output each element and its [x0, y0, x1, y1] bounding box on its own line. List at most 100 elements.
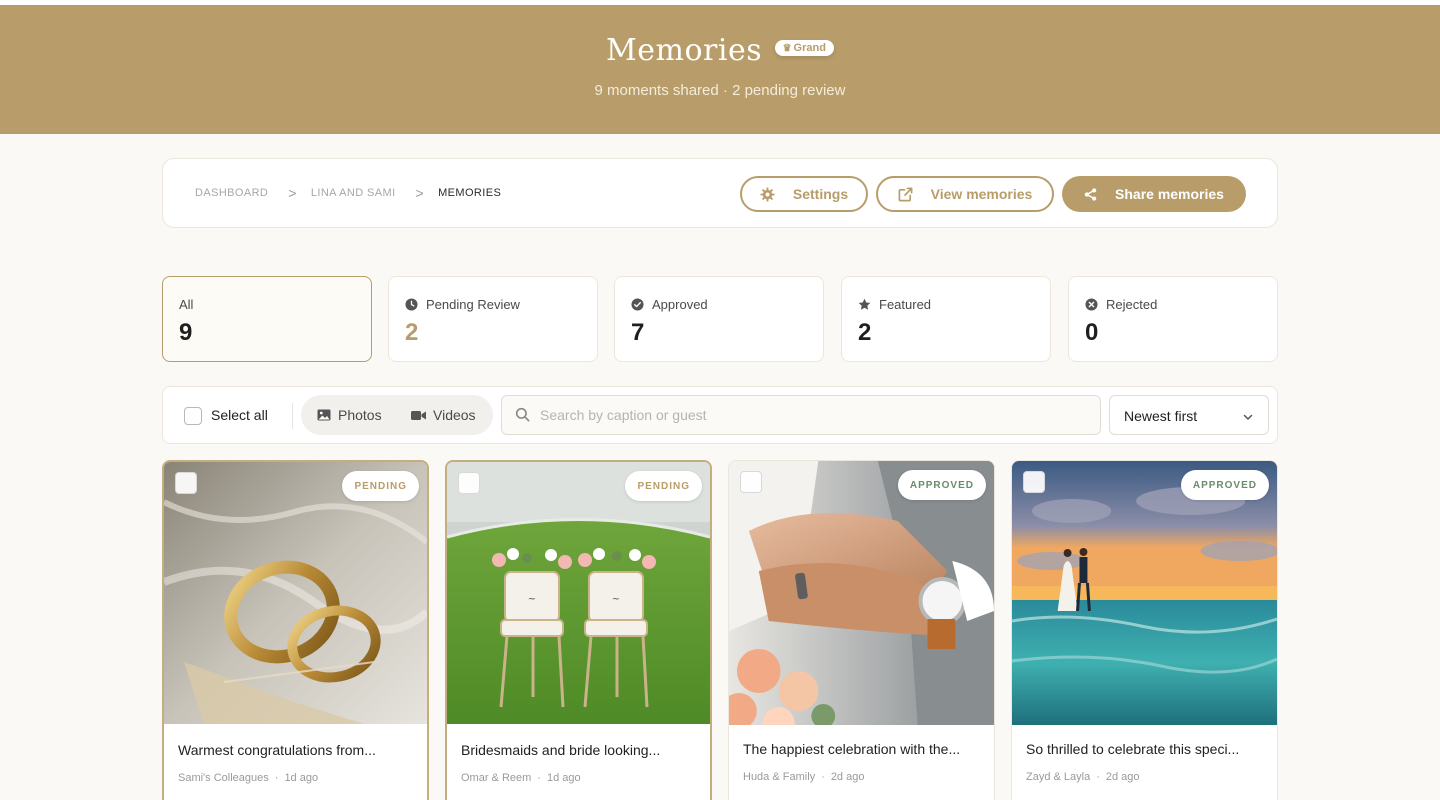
card-meta: Zayd & Layla · 2d ago	[1026, 771, 1140, 783]
status-badge: PENDING	[342, 471, 419, 501]
select-all-checkbox[interactable]	[184, 407, 202, 425]
stat-all[interactable]: All 9	[162, 276, 372, 362]
card-caption: Warmest congratulations from...	[178, 742, 376, 758]
share-memories-button[interactable]: Share memories	[1062, 176, 1246, 212]
image-icon	[317, 409, 331, 421]
status-badge: APPROVED	[1180, 470, 1269, 500]
stat-all-value: 9	[179, 319, 193, 346]
select-all-label[interactable]: Select all	[211, 407, 268, 423]
card-author: Omar & Reem	[461, 772, 532, 784]
breadcrumb-bar: DASHBOARD > LINA AND SAMI > MEMORIES Set…	[162, 158, 1278, 228]
card-meta: Sami's Colleagues · 1d ago	[178, 772, 318, 784]
status-badge: PENDING	[625, 471, 702, 501]
breadcrumb: DASHBOARD > LINA AND SAMI > MEMORIES	[195, 185, 501, 201]
page-title: Memories	[606, 33, 763, 68]
card-author: Zayd & Layla	[1026, 771, 1091, 783]
card-select-checkbox[interactable]	[458, 472, 480, 494]
card-meta: Omar & Reem · 1d ago	[461, 772, 581, 784]
stat-all-label: All	[179, 297, 194, 312]
card-caption: So thrilled to celebrate this speci...	[1026, 741, 1240, 757]
search-input[interactable]	[540, 404, 1080, 426]
card-time: 1d ago	[546, 772, 581, 784]
chevron-down-icon	[1242, 410, 1254, 428]
breadcrumb-separator: >	[288, 185, 297, 201]
memory-card[interactable]: APPROVED The happiest celebration with t…	[728, 460, 995, 800]
videos-filter[interactable]: Videos	[411, 407, 476, 423]
stat-pending-label-row: Pending Review	[405, 297, 520, 312]
view-memories-button[interactable]: View memories	[876, 176, 1054, 212]
memory-card[interactable]: ~ ~ PENDING Bridesmaids and bride lookin…	[445, 460, 712, 800]
stat-featured-label-row: Featured	[858, 297, 931, 312]
stat-featured-label: Featured	[879, 297, 932, 312]
wedding-rings-image	[164, 462, 427, 724]
plan-badge-label: Grand	[793, 41, 826, 54]
card-caption: The happiest celebration with the...	[743, 741, 961, 757]
filter-toolbar: Select all Photos Videos Newest first	[162, 386, 1278, 444]
stat-rejected-label: Rejected	[1106, 297, 1158, 312]
page-subtitle: 9 moments shared · 2 pending review	[594, 82, 846, 99]
stat-featured-value: 2	[858, 319, 872, 346]
beach-sunset-image	[1012, 461, 1277, 725]
settings-button-label: Settings	[792, 186, 849, 202]
title-row: Memories ♛ Grand	[0, 33, 1440, 68]
crown-icon: ♛	[782, 42, 792, 54]
card-author: Huda & Family	[743, 771, 816, 783]
stat-pending[interactable]: Pending Review 2	[388, 276, 598, 362]
stat-approved-label: Approved	[652, 297, 708, 312]
card-caption: Bridesmaids and bride looking...	[461, 742, 661, 758]
meta-dot: ·	[537, 772, 541, 784]
card-time: 2d ago	[830, 771, 865, 783]
card-select-checkbox[interactable]	[1023, 471, 1045, 493]
breadcrumb-event[interactable]: LINA AND SAMI	[311, 187, 396, 199]
card-time: 2d ago	[1105, 771, 1140, 783]
search-box	[501, 395, 1101, 435]
gear-icon	[760, 186, 775, 202]
sort-value: Newest first	[1124, 408, 1198, 424]
stat-approved[interactable]: Approved 7	[614, 276, 824, 362]
share-memories-label: Share memories	[1115, 186, 1224, 202]
share-icon	[1084, 187, 1097, 201]
photos-filter[interactable]: Photos	[317, 407, 382, 423]
breadcrumb-separator: >	[415, 185, 425, 201]
stat-pending-label: Pending Review	[426, 297, 520, 312]
memory-card[interactable]: APPROVED So thrilled to celebrate this s…	[1011, 460, 1278, 800]
meta-dot: ·	[821, 771, 825, 783]
card-meta: Huda & Family · 2d ago	[743, 771, 864, 783]
sort-select[interactable]: Newest first	[1109, 395, 1269, 435]
media-type-filter: Photos Videos	[301, 395, 493, 435]
clock-icon	[405, 298, 418, 311]
page-header: Memories ♛ Grand 9 moments shared · 2 pen…	[0, 5, 1440, 134]
videos-filter-label: Videos	[433, 407, 476, 423]
stat-rejected[interactable]: Rejected 0	[1068, 276, 1278, 362]
breadcrumb-current: MEMORIES	[438, 187, 502, 199]
photos-filter-label: Photos	[338, 407, 382, 423]
stat-featured[interactable]: Featured 2	[841, 276, 1051, 362]
svg-text:~: ~	[612, 594, 620, 605]
decorated-chairs-image: ~ ~	[447, 462, 710, 724]
meta-dot: ·	[274, 772, 279, 784]
search-icon	[515, 407, 530, 427]
check-circle-icon	[631, 298, 644, 311]
external-link-icon	[898, 187, 913, 202]
settings-button[interactable]: Settings	[740, 176, 868, 212]
svg-text:~: ~	[528, 594, 536, 605]
meta-dot: ·	[1096, 771, 1100, 783]
x-circle-icon	[1085, 298, 1098, 311]
plan-badge: ♛ Grand	[774, 39, 834, 56]
stat-rejected-label-row: Rejected	[1085, 297, 1157, 312]
card-select-checkbox[interactable]	[175, 472, 197, 494]
breadcrumb-dashboard[interactable]: DASHBOARD	[195, 187, 268, 199]
card-author: Sami's Colleagues	[178, 772, 269, 784]
card-time: 1d ago	[284, 772, 319, 784]
star-icon	[858, 298, 871, 311]
toolbar-divider	[292, 403, 293, 429]
stat-approved-value: 7	[631, 319, 645, 346]
video-camera-icon	[411, 410, 426, 421]
memory-card[interactable]: PENDING Warmest congratulations from... …	[162, 460, 429, 800]
stat-approved-label-row: Approved	[631, 297, 708, 312]
view-memories-label: View memories	[930, 186, 1033, 202]
status-badge: APPROVED	[897, 470, 986, 500]
card-select-checkbox[interactable]	[740, 471, 762, 493]
couple-hands-image	[729, 461, 994, 725]
stat-pending-value: 2	[405, 319, 419, 346]
